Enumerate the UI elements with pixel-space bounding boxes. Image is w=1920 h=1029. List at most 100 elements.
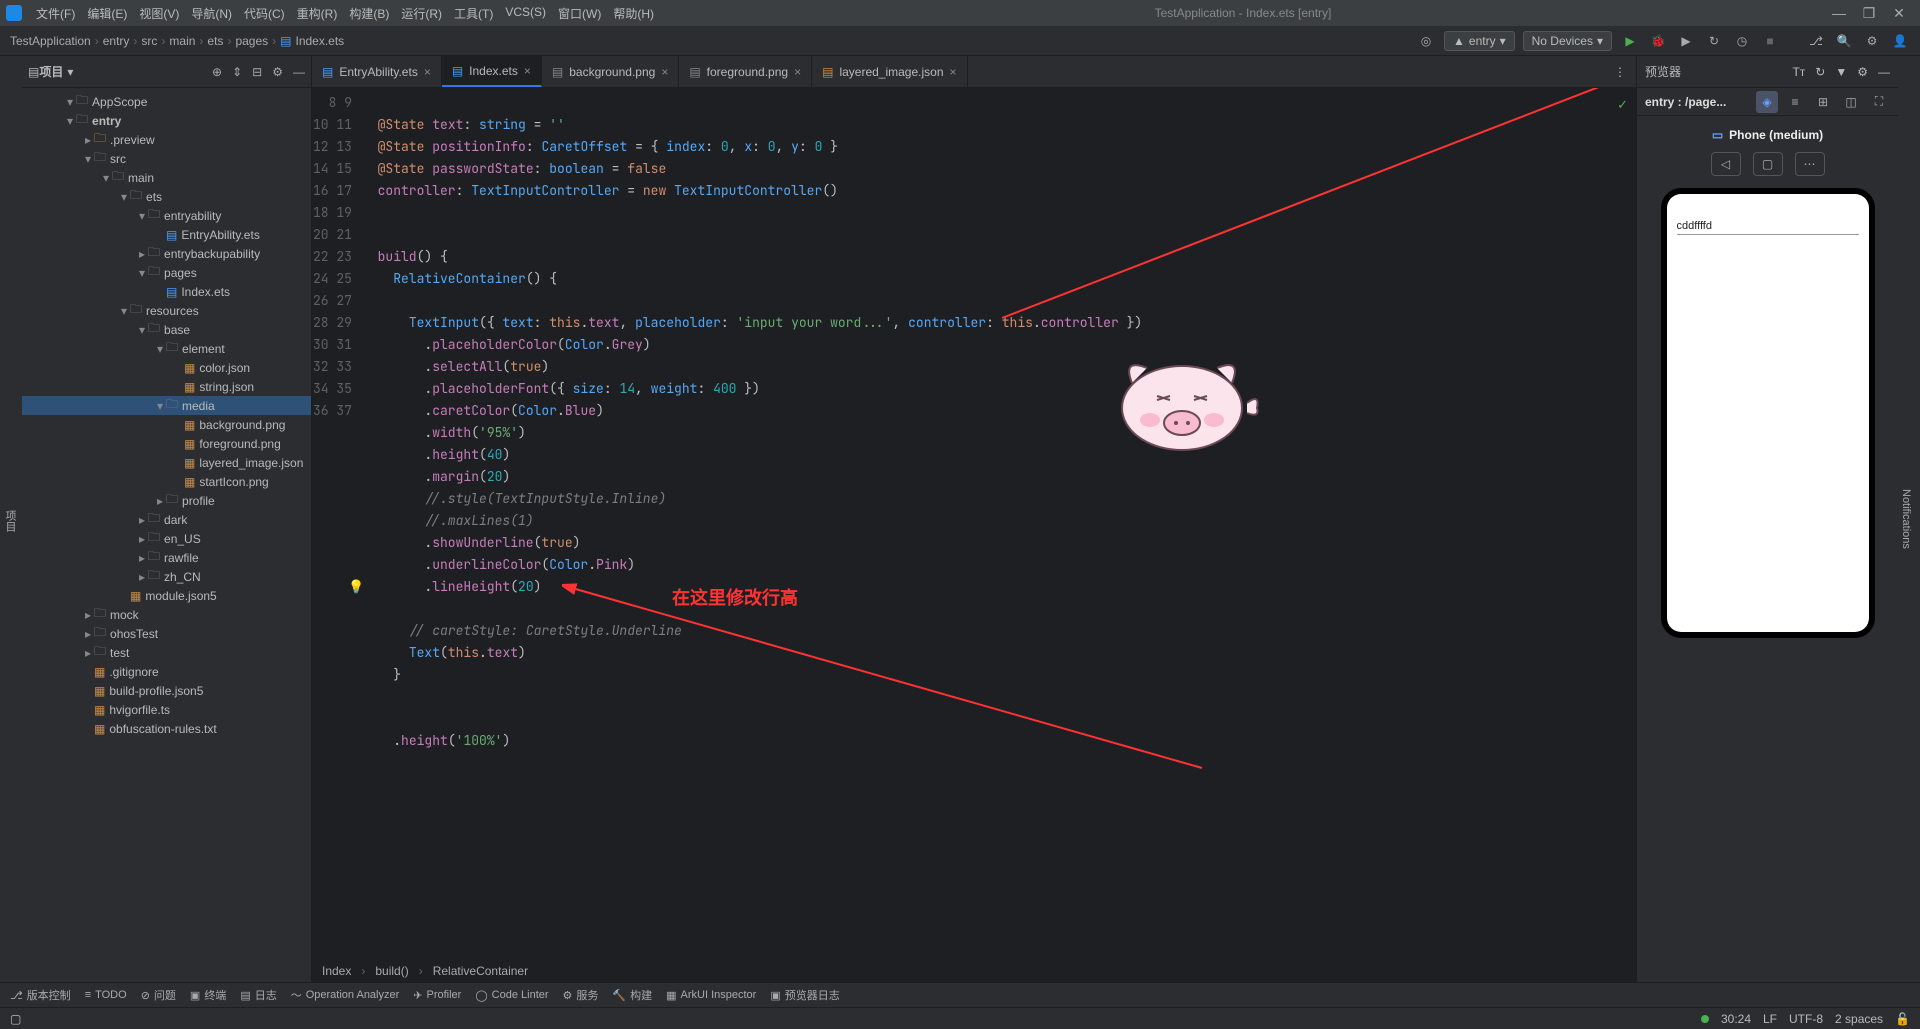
- editor-breadcrumb-segment[interactable]: RelativeContainer: [433, 964, 528, 978]
- device-dropdown[interactable]: No Devices ▾: [1523, 31, 1612, 51]
- chevron-icon[interactable]: ▾: [136, 266, 148, 280]
- menu-item[interactable]: 工具(T): [450, 3, 497, 24]
- refresh-button[interactable]: ↻: [1704, 31, 1724, 51]
- chevron-icon[interactable]: ▾: [154, 342, 166, 356]
- tree-node[interactable]: ▾🗀main: [22, 168, 311, 187]
- editor-breadcrumb[interactable]: Index›build()›RelativeContainer: [312, 958, 1636, 982]
- bottom-tool[interactable]: ◯Code Linter: [475, 989, 548, 1002]
- text-tool-icon[interactable]: Tᴛ: [1792, 65, 1805, 79]
- notifications-tab[interactable]: Notifications: [1898, 475, 1914, 563]
- tree-node[interactable]: ▾🗀src: [22, 149, 311, 168]
- stop-button[interactable]: ■: [1760, 31, 1780, 51]
- tree-node[interactable]: ▤EntryAbility.ets: [22, 225, 311, 244]
- bottom-tool[interactable]: ⚙服务: [563, 987, 599, 1003]
- chevron-icon[interactable]: ▸: [136, 513, 148, 527]
- tree-node[interactable]: ▦hvigorfile.ts: [22, 700, 311, 719]
- minimize-button[interactable]: —: [1824, 5, 1854, 21]
- editor-body[interactable]: 8 9 10 11 12 13 14 15 16 17 18 19 20 21 …: [312, 88, 1636, 958]
- breadcrumb-segment[interactable]: TestApplication: [10, 34, 91, 48]
- locate-icon[interactable]: ⊕: [212, 65, 222, 79]
- menu-item[interactable]: 编辑(E): [83, 3, 131, 24]
- profile-button[interactable]: ◷: [1732, 31, 1752, 51]
- bottom-tool[interactable]: ⎇版本控制: [10, 987, 71, 1003]
- tree-node[interactable]: ▸🗀en_US: [22, 529, 311, 548]
- search-button[interactable]: 🔍: [1834, 31, 1854, 51]
- menu-item[interactable]: 导航(N): [187, 3, 236, 24]
- menu-item[interactable]: VCS(S): [501, 3, 550, 24]
- breadcrumb[interactable]: TestApplication›entry›src›main›ets›pages…: [10, 34, 1416, 48]
- maximize-button[interactable]: ❐: [1854, 5, 1884, 22]
- menu-item[interactable]: 窗口(W): [554, 3, 605, 24]
- project-tree[interactable]: ▾🗀AppScope▾🗀entry▸🗀.preview▾🗀src▾🗀main▾🗀…: [22, 88, 311, 982]
- tree-node[interactable]: ▸🗀rawfile: [22, 548, 311, 567]
- indent-info[interactable]: 2 spaces: [1835, 1012, 1883, 1026]
- intention-bulb-icon[interactable]: 💡: [348, 576, 364, 598]
- chevron-icon[interactable]: ▾: [136, 323, 148, 337]
- chevron-icon[interactable]: ▸: [136, 247, 148, 261]
- expand-icon[interactable]: ⇕: [232, 65, 242, 79]
- status-square-icon[interactable]: ▢: [10, 1012, 21, 1026]
- menu-item[interactable]: 运行(R): [397, 3, 446, 24]
- hide-icon[interactable]: —: [293, 65, 305, 79]
- bottom-tool[interactable]: 🔨构建: [612, 987, 652, 1003]
- chevron-icon[interactable]: ▾: [118, 190, 130, 204]
- bottom-tool[interactable]: ≡TODO: [85, 989, 127, 1001]
- bottom-tool[interactable]: ▦ArkUI Inspector: [666, 989, 756, 1002]
- chevron-icon[interactable]: ▸: [136, 532, 148, 546]
- chevron-icon[interactable]: ▸: [136, 551, 148, 565]
- tree-node[interactable]: ▾🗀entryability: [22, 206, 311, 225]
- more-button[interactable]: ⋯: [1795, 152, 1825, 176]
- editor-tab[interactable]: ▤foreground.png×: [679, 56, 812, 87]
- tree-node[interactable]: ▦layered_image.json: [22, 453, 311, 472]
- close-tab-icon[interactable]: ×: [524, 64, 531, 78]
- close-tab-icon[interactable]: ×: [661, 65, 668, 79]
- phone-screen[interactable]: cddffffd: [1667, 194, 1869, 632]
- tree-node[interactable]: ▸🗀dark: [22, 510, 311, 529]
- line-separator[interactable]: LF: [1763, 1012, 1777, 1026]
- tree-node[interactable]: ▦startIcon.png: [22, 472, 311, 491]
- tree-node[interactable]: ▤Index.ets: [22, 282, 311, 301]
- close-tab-icon[interactable]: ×: [950, 65, 957, 79]
- menu-item[interactable]: 构建(B): [345, 3, 393, 24]
- editor-tab[interactable]: ▤Index.ets×: [442, 56, 542, 87]
- editor-tab[interactable]: ▤EntryAbility.ets×: [312, 56, 442, 87]
- services-tab[interactable]: 应用与服务体验: [1914, 467, 1920, 572]
- breadcrumb-segment[interactable]: pages: [235, 34, 268, 48]
- bottom-tool[interactable]: ⊘问题: [141, 987, 176, 1003]
- caret-position[interactable]: 30:24: [1721, 1012, 1751, 1026]
- tree-node[interactable]: ▾🗀media: [22, 396, 311, 415]
- menu-item[interactable]: 文件(F): [32, 3, 79, 24]
- editor-tab[interactable]: ▤background.png×: [542, 56, 679, 87]
- chevron-icon[interactable]: ▸: [154, 494, 166, 508]
- tree-node[interactable]: ▦obfuscation-rules.txt: [22, 719, 311, 738]
- tree-node[interactable]: ▸🗀mock: [22, 605, 311, 624]
- chevron-icon[interactable]: ▸: [82, 608, 94, 622]
- tabs-more-icon[interactable]: ⋮: [1604, 65, 1636, 79]
- chevron-icon[interactable]: ▸: [82, 646, 94, 660]
- tree-node[interactable]: ▸🗀ohosTest: [22, 624, 311, 643]
- gear-icon[interactable]: ⚙: [1857, 65, 1868, 79]
- close-tab-icon[interactable]: ×: [424, 65, 431, 79]
- chevron-icon[interactable]: ▾: [64, 114, 76, 128]
- menu-item[interactable]: 视图(V): [135, 3, 183, 24]
- chevron-down-icon[interactable]: ▾: [67, 65, 73, 79]
- breadcrumb-segment[interactable]: Index.ets: [295, 34, 344, 48]
- tree-node[interactable]: ▸🗀test: [22, 643, 311, 662]
- chevron-icon[interactable]: ▾: [82, 152, 94, 166]
- debug-button[interactable]: 🐞: [1648, 31, 1668, 51]
- tree-node[interactable]: ▸🗀profile: [22, 491, 311, 510]
- editor-breadcrumb-segment[interactable]: build(): [375, 964, 408, 978]
- menu-item[interactable]: 帮助(H): [609, 3, 658, 24]
- tree-node[interactable]: ▸🗀entrybackupability: [22, 244, 311, 263]
- hide-preview-icon[interactable]: —: [1878, 65, 1890, 79]
- chevron-icon[interactable]: ▾: [100, 171, 112, 185]
- bottom-tool[interactable]: ▣终端: [190, 987, 226, 1003]
- chevron-icon[interactable]: ▾: [64, 95, 76, 109]
- bottom-tool[interactable]: ✈Profiler: [413, 989, 461, 1002]
- editor-tab[interactable]: ▤layered_image.json×: [812, 56, 967, 87]
- tree-node[interactable]: ▦string.json: [22, 377, 311, 396]
- tree-node[interactable]: ▦background.png: [22, 415, 311, 434]
- collapse-icon[interactable]: ⊟: [252, 65, 262, 79]
- split-icon[interactable]: ◫: [1840, 91, 1862, 113]
- breadcrumb-segment[interactable]: ets: [207, 34, 223, 48]
